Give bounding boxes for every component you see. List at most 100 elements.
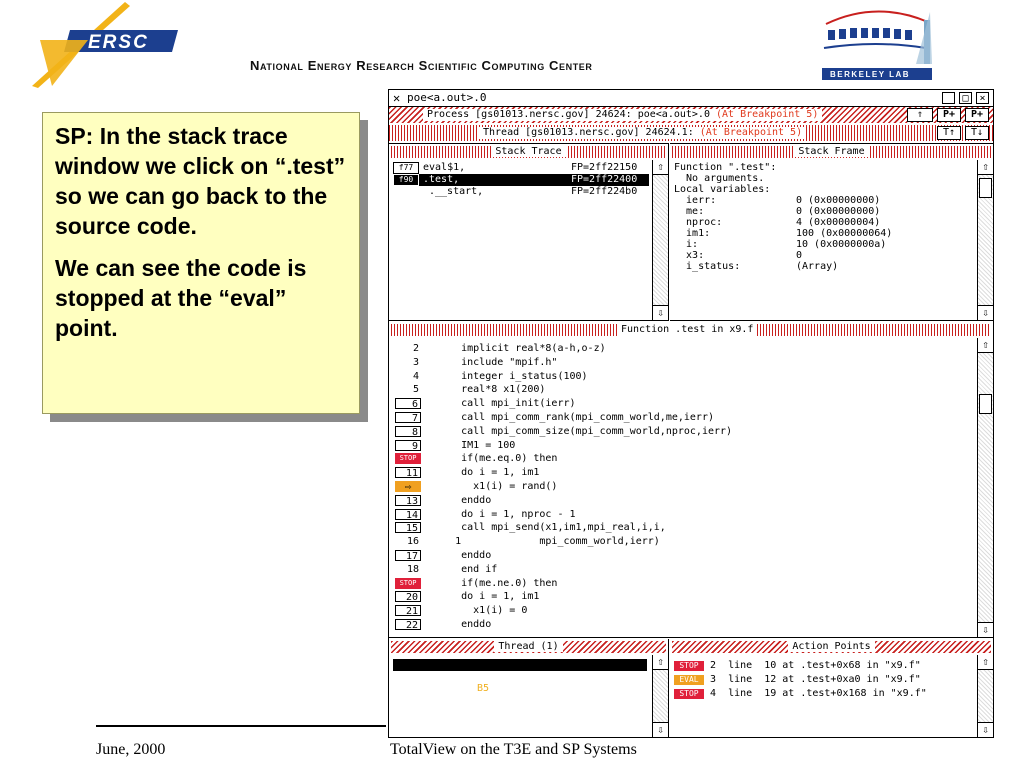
- stack-frame-variables: Function ".test": No arguments. Local var…: [674, 162, 964, 272]
- action-points-scrollbar[interactable]: ⇧ ⇩: [977, 655, 993, 737]
- thread-row[interactable]: 1/54695 B5 in eval$1: [393, 659, 647, 706]
- close-button[interactable]: ×: [976, 92, 989, 104]
- scroll-down-arrow-icon[interactable]: ⇩: [978, 622, 993, 637]
- line-number[interactable]: 15: [395, 522, 421, 534]
- line-number[interactable]: 2: [395, 343, 421, 354]
- source-pane: Function .test in x9.f 2 implicit real*8…: [389, 322, 993, 638]
- scrollbar-thumb[interactable]: [979, 178, 992, 198]
- source-line[interactable]: 6 call mpi_init(ierr): [393, 397, 963, 411]
- source-scrollbar[interactable]: ⇧ ⇩: [977, 338, 993, 637]
- source-line[interactable]: 3 include "mpif.h": [393, 356, 963, 370]
- action-points-title: Action Points: [788, 641, 875, 652]
- process-go-up-button[interactable]: ⇑: [907, 108, 933, 122]
- stack-frame-line[interactable]: im1: 100 (0x00000064): [674, 228, 964, 239]
- stack-frame-line[interactable]: No arguments.: [674, 173, 964, 184]
- process-breakpoint-status: (At Breakpoint 5): [715, 109, 819, 120]
- pc-arrow-icon[interactable]: ⇨: [395, 480, 421, 492]
- source-code-text: x1(i) = rand(): [425, 480, 558, 492]
- stop-breakpoint-icon[interactable]: STOP: [395, 453, 421, 465]
- source-line[interactable]: 7 call mpi_comm_rank(mpi_comm_world,me,i…: [393, 411, 963, 425]
- scroll-up-arrow-icon[interactable]: ⇧: [978, 338, 993, 353]
- thread-prev-button[interactable]: T↓: [965, 126, 989, 140]
- stack-frame-line[interactable]: me: 0 (0x00000000): [674, 206, 964, 217]
- line-number[interactable]: 18: [395, 564, 421, 575]
- scroll-up-arrow-icon[interactable]: ⇧: [978, 655, 993, 670]
- stop-breakpoint-icon[interactable]: STOP: [395, 577, 421, 589]
- stack-frame-line[interactable]: i: 10 (0x0000000a): [674, 239, 964, 250]
- source-line[interactable]: STOP if(me.eq.0) then: [393, 452, 963, 466]
- source-code-text: do i = 1, im1: [425, 591, 540, 603]
- thread-next-button[interactable]: T↑: [937, 126, 961, 140]
- stack-trace-row[interactable]: f90 .test, FP=2ff22400: [393, 174, 649, 186]
- stack-trace-title: Stack Trace: [491, 146, 566, 157]
- thread-id: 1/54695: [407, 671, 450, 682]
- stack-frame-scrollbar[interactable]: ⇧ ⇩: [977, 160, 993, 320]
- source-line[interactable]: 21 x1(i) = 0: [393, 604, 963, 618]
- action-point-row[interactable]: STOP 2 line 10 at .test+0x68 in "x9.f": [674, 659, 964, 673]
- thread-scrollbar[interactable]: ⇧ ⇩: [652, 655, 668, 737]
- source-line[interactable]: 5 real*8 x1(200): [393, 383, 963, 397]
- scroll-up-arrow-icon[interactable]: ⇧: [653, 160, 668, 175]
- line-number[interactable]: 7: [395, 411, 421, 424]
- line-number[interactable]: 21: [395, 605, 421, 617]
- stack-frame-line[interactable]: x3: 0: [674, 250, 964, 261]
- stack-frame-line[interactable]: nproc: 4 (0x00000004): [674, 217, 964, 228]
- source-code-text: end if: [425, 563, 498, 575]
- line-number[interactable]: 17: [395, 549, 421, 562]
- line-number[interactable]: 8: [395, 425, 421, 438]
- action-point-row[interactable]: STOP 4 line 19 at .test+0x168 in "x9.f": [674, 687, 964, 701]
- scroll-down-arrow-icon[interactable]: ⇩: [978, 305, 993, 320]
- scroll-up-arrow-icon[interactable]: ⇧: [978, 160, 993, 175]
- variable-name: x3:: [674, 250, 705, 261]
- source-line[interactable]: 13 enddo: [393, 494, 963, 508]
- line-number[interactable]: 11: [395, 467, 421, 479]
- line-number[interactable]: 20: [395, 591, 421, 603]
- line-number[interactable]: 14: [395, 508, 421, 521]
- process-prev-button[interactable]: P+: [965, 108, 989, 122]
- scrollbar-thumb[interactable]: [979, 394, 992, 414]
- maximize-button[interactable]: □: [959, 92, 972, 104]
- source-line[interactable]: 15 call mpi_send(x1,im1,mpi_real,i,i,: [393, 521, 963, 535]
- scroll-up-arrow-icon[interactable]: ⇧: [653, 655, 668, 670]
- stack-trace-scrollbar[interactable]: ⇧ ⇩: [652, 160, 668, 320]
- source-line[interactable]: 2 implicit real*8(a-h,o-z): [393, 342, 963, 356]
- stack-frame-line[interactable]: i_status: (Array): [674, 261, 964, 272]
- variable-value: 0 (0x00000000): [796, 206, 881, 217]
- line-number[interactable]: 16: [395, 536, 421, 547]
- action-point-row[interactable]: EVAL 3 line 12 at .test+0xa0 in "x9.f": [674, 673, 964, 687]
- scroll-down-arrow-icon[interactable]: ⇩: [978, 722, 993, 737]
- source-line[interactable]: 20 do i = 1, im1: [393, 590, 963, 604]
- line-number[interactable]: 22: [395, 618, 421, 631]
- source-line[interactable]: 11 do i = 1, im1: [393, 466, 963, 480]
- minimize-button[interactable]: _: [942, 92, 955, 104]
- stack-frame-line[interactable]: Function ".test":: [674, 162, 964, 173]
- line-number[interactable]: 3: [395, 357, 421, 368]
- line-number[interactable]: 6: [395, 398, 421, 410]
- line-number[interactable]: 9: [395, 439, 421, 452]
- thread-state: B5: [477, 683, 490, 694]
- line-number[interactable]: 13: [395, 494, 421, 507]
- process-next-button[interactable]: P+: [937, 108, 961, 122]
- source-line[interactable]: 14 do i = 1, nproc - 1: [393, 508, 963, 522]
- source-line[interactable]: 18 end if: [393, 563, 963, 577]
- source-line[interactable]: 4 integer i_status(100): [393, 370, 963, 384]
- source-line[interactable]: 17 enddo: [393, 549, 963, 563]
- source-line[interactable]: 9 IM1 = 100: [393, 439, 963, 453]
- window-title-bar[interactable]: ✕ poe<a.out>.0 _ □ ×: [389, 90, 993, 107]
- scroll-down-arrow-icon[interactable]: ⇩: [653, 722, 668, 737]
- variable-value: 100 (0x00000064): [796, 228, 893, 239]
- source-line[interactable]: ⇨ x1(i) = rand(): [393, 480, 963, 494]
- stack-trace-row[interactable]: .__start, FP=2ff224b0: [393, 186, 649, 198]
- thread-location: in eval$1: [529, 695, 584, 706]
- source-line[interactable]: 22 enddo: [393, 618, 963, 632]
- stack-trace-row[interactable]: f77 eval$1, FP=2ff22150: [393, 162, 649, 174]
- stack-frame-line[interactable]: Local variables:: [674, 184, 964, 195]
- stack-frame-line[interactable]: ierr: 0 (0x00000000): [674, 195, 964, 206]
- source-line[interactable]: 8 call mpi_comm_size(mpi_comm_world,npro…: [393, 425, 963, 439]
- line-number[interactable]: 4: [395, 371, 421, 382]
- source-line[interactable]: 16 1 mpi_comm_world,ierr): [393, 535, 963, 549]
- source-line[interactable]: STOP if(me.ne.0) then: [393, 577, 963, 591]
- scroll-down-arrow-icon[interactable]: ⇩: [653, 305, 668, 320]
- line-number[interactable]: 5: [395, 384, 421, 395]
- frame-pointer: FP=2ff22150: [571, 162, 638, 173]
